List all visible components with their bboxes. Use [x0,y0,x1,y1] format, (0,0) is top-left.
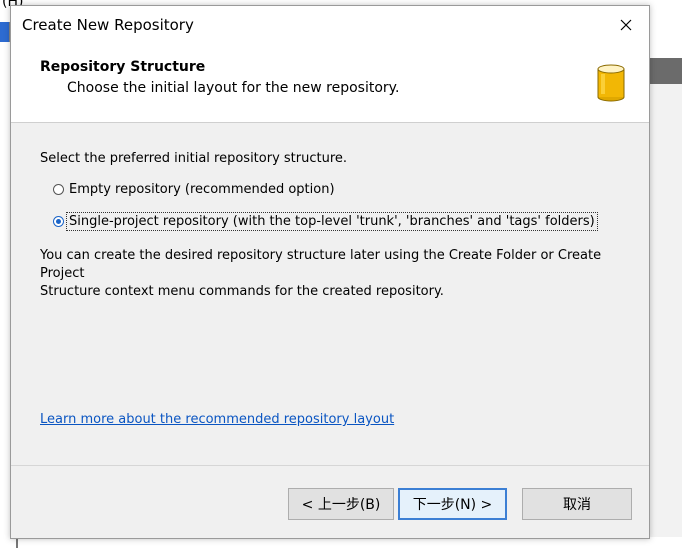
option-single-project[interactable]: Single-project repository (with the top-… [53,212,598,231]
page-subtitle: Choose the initial layout for the new re… [67,80,400,96]
background-app-selection [0,22,10,42]
database-cylinder-icon [597,64,625,102]
background-app-panel [649,84,682,548]
cancel-button[interactable]: 取消 [522,488,632,520]
background-app-toolbar [649,58,682,84]
next-button[interactable]: 下一步(N) > [398,488,507,520]
option-empty-label: Empty repository (recommended option) [69,182,335,197]
footer-separator [11,465,649,466]
option-single-project-label: Single-project repository (with the top-… [66,212,598,231]
close-button[interactable] [603,6,649,44]
option-empty-repository[interactable]: Empty repository (recommended option) [53,182,335,197]
learn-more-link[interactable]: Learn more about the recommended reposit… [40,412,394,427]
close-icon [620,19,632,31]
back-button[interactable]: < 上一步(B) [288,488,394,520]
description-line-2: Structure context menu commands for the … [40,284,444,299]
description-line-1: You can create the desired repository st… [40,248,602,281]
dialog-titlebar: Create New Repository [11,6,649,44]
wizard-header: Repository Structure Choose the initial … [11,44,649,123]
dialog-title: Create New Repository [22,16,194,34]
radio-single-project[interactable] [53,216,64,227]
structure-prompt: Select the preferred initial repository … [40,151,348,166]
create-repository-dialog: Create New Repository Repository Structu… [10,5,650,539]
radio-empty[interactable] [53,184,64,195]
structure-description: You can create the desired repository st… [40,247,630,301]
page-title: Repository Structure [40,59,206,75]
